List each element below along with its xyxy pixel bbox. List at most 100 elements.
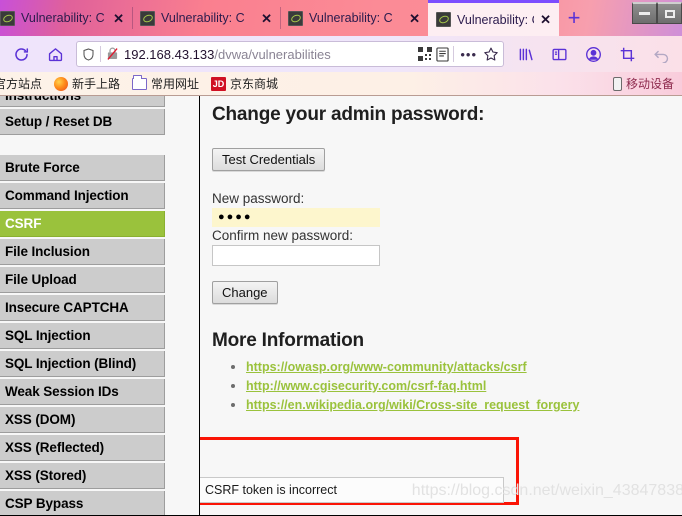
- dvwa-favicon: [436, 12, 451, 27]
- bookmark-jd-mall[interactable]: JD 京东商城: [207, 75, 282, 92]
- shield-icon[interactable]: [81, 47, 96, 62]
- more-information-links: https://owasp.org/www-community/attacks/…: [246, 358, 682, 414]
- list-item: http://www.cgisecurity.com/csrf-faq.html: [246, 377, 682, 395]
- qr-code-icon[interactable]: [418, 47, 433, 61]
- account-icon[interactable]: [580, 41, 606, 67]
- sidebar-item-label: Brute Force: [5, 160, 80, 175]
- bookmark-label: 常用网址: [151, 77, 200, 91]
- url-divider: [100, 46, 101, 62]
- minimize-button[interactable]: [632, 2, 657, 24]
- dvwa-favicon: [0, 10, 15, 26]
- maximize-button[interactable]: [657, 2, 682, 24]
- page-title: Change your admin password:: [212, 104, 485, 125]
- bookmark-beginner-guide[interactable]: 新手上路: [50, 75, 124, 92]
- close-icon[interactable]: ✕: [261, 12, 272, 25]
- new-password-label: New password:: [212, 191, 305, 206]
- url-path: /dvwa/vulnerabilities: [214, 46, 331, 62]
- sidebar-item-label: File Upload: [5, 272, 77, 287]
- test-credentials-button[interactable]: Test Credentials: [212, 148, 326, 171]
- sidebar-item-label: XSS (Stored): [5, 468, 87, 483]
- home-icon[interactable]: [42, 41, 68, 67]
- url-bar[interactable]: 192.168.43.133/dvwa/vulnerabilities •••: [76, 41, 504, 67]
- firefox-icon: [54, 76, 69, 91]
- sidebar-item-xss-stored[interactable]: XSS (Stored): [0, 463, 165, 489]
- sidebar-item-sql-injection-blind[interactable]: SQL Injection (Blind): [0, 351, 165, 377]
- reader-view-icon[interactable]: [436, 46, 449, 62]
- sidebar-item-csrf[interactable]: CSRF: [0, 211, 165, 237]
- close-icon[interactable]: ✕: [113, 12, 124, 25]
- dvwa-favicon: [140, 10, 155, 26]
- bookmark-label: 官方站点: [0, 77, 43, 91]
- result-highlight-box: CSRF token is incorrect: [200, 437, 519, 505]
- mobile-device-icon: [612, 76, 622, 91]
- list-item: https://en.wikipedia.org/wiki/Cross-site…: [246, 396, 682, 414]
- browser-tab-2[interactable]: Vulnerability: C ✕: [132, 0, 280, 36]
- close-icon[interactable]: ✕: [540, 13, 551, 26]
- sidebar-item-label: CSP Bypass: [5, 496, 84, 511]
- sidebar-icon[interactable]: [546, 41, 572, 67]
- bookmark-mobile-devices[interactable]: 移动设备: [609, 75, 678, 92]
- sidebar-item-label: File Inclusion: [5, 244, 90, 259]
- reload-icon[interactable]: [8, 41, 34, 67]
- bookmark-common-sites[interactable]: 常用网址: [128, 74, 203, 92]
- sidebar-item-instructions[interactable]: Instructions: [0, 96, 165, 107]
- sidebar-item-command-injection[interactable]: Command Injection: [0, 183, 165, 209]
- jd-icon: JD: [211, 76, 227, 91]
- sidebar-item-insecure-captcha[interactable]: Insecure CAPTCHA: [0, 295, 165, 321]
- confirm-password-label: Confirm new password:: [212, 228, 354, 243]
- confirm-password-input[interactable]: [212, 245, 380, 266]
- browser-tab-3[interactable]: Vulnerability: C ✕: [280, 0, 428, 36]
- sidebar-item-file-upload[interactable]: File Upload: [0, 267, 165, 293]
- tab-title: Vulnerability: C: [309, 11, 393, 25]
- sidebar-item-xss-reflected[interactable]: XSS (Reflected): [0, 435, 165, 461]
- tab-strip: Vulnerability: C ✕ Vulnerability: C ✕ Vu…: [0, 0, 682, 36]
- library-icon[interactable]: [512, 41, 538, 67]
- sidebar-item-label: Setup / Reset DB: [5, 114, 113, 129]
- new-password-value: ●●●●: [218, 211, 253, 223]
- sidebar-item-label: XSS (Reflected): [5, 440, 105, 455]
- new-password-input[interactable]: ●●●●: [212, 208, 380, 227]
- bookmark-official-site[interactable]: 官方站点: [0, 75, 46, 92]
- sidebar-item-brute-force[interactable]: Brute Force: [0, 155, 165, 181]
- star-icon[interactable]: [483, 46, 499, 62]
- link-owasp-csrf[interactable]: https://owasp.org/www-community/attacks/…: [246, 360, 527, 374]
- list-item: https://owasp.org/www-community/attacks/…: [246, 358, 682, 376]
- sidebar-item-weak-session-ids[interactable]: Weak Session IDs: [0, 379, 165, 405]
- tab-title: Vulnerability: C: [161, 11, 245, 25]
- screenshot-crop-icon[interactable]: [614, 41, 640, 67]
- close-icon[interactable]: ✕: [409, 12, 420, 25]
- page-content: Instructions Setup / Reset DB Brute Forc…: [0, 96, 682, 516]
- tab-title: Vulnerability: C: [21, 11, 105, 25]
- url-host: 192.168.43.133: [124, 46, 215, 62]
- result-message-box: CSRF token is incorrect: [200, 477, 504, 503]
- bookmarks-bar: 官方站点 新手上路 常用网址 JD 京东商城 移动设备: [0, 72, 682, 96]
- url-divider-2: [453, 46, 455, 62]
- broken-lock-icon[interactable]: [105, 46, 120, 62]
- change-button[interactable]: Change: [212, 281, 278, 304]
- more-information-heading: More Information: [212, 330, 364, 351]
- undo-arrow-icon[interactable]: [648, 41, 674, 67]
- link-cgisecurity-faq[interactable]: http://www.cgisecurity.com/csrf-faq.html: [246, 379, 486, 393]
- sidebar-item-sql-injection[interactable]: SQL Injection: [0, 323, 165, 349]
- browser-tab-4-active[interactable]: Vulnerability: C ✕: [428, 0, 559, 36]
- tab-title: Vulnerability: C: [457, 12, 535, 27]
- page-actions-overflow[interactable]: •••: [458, 47, 479, 62]
- result-message-text: CSRF token is incorrect: [205, 483, 337, 497]
- folder-icon: [132, 74, 148, 90]
- sidebar-item-file-inclusion[interactable]: File Inclusion: [0, 239, 165, 265]
- link-wikipedia-csrf[interactable]: https://en.wikipedia.org/wiki/Cross-site…: [246, 398, 579, 412]
- dvwa-favicon: [288, 10, 303, 26]
- browser-tab-1[interactable]: Vulnerability: C ✕: [0, 0, 132, 36]
- window-controls: [632, 0, 682, 26]
- main-content: Change your admin password: Test Credent…: [200, 96, 682, 516]
- sidebar-item-csp-bypass[interactable]: CSP Bypass: [0, 491, 165, 516]
- bookmark-label: 京东商城: [230, 77, 279, 91]
- new-tab-button[interactable]: +: [559, 0, 589, 36]
- bookmark-label: 新手上路: [72, 77, 121, 91]
- url-text[interactable]: 192.168.43.133/dvwa/vulnerabilities: [124, 47, 414, 62]
- sidebar-item-label: SQL Injection: [5, 328, 91, 343]
- sidebar-item-setup-reset-db[interactable]: Setup / Reset DB: [0, 109, 165, 135]
- sidebar-item-xss-dom[interactable]: XSS (DOM): [0, 407, 165, 433]
- dvwa-sidebar-menu: Instructions Setup / Reset DB Brute Forc…: [0, 96, 165, 516]
